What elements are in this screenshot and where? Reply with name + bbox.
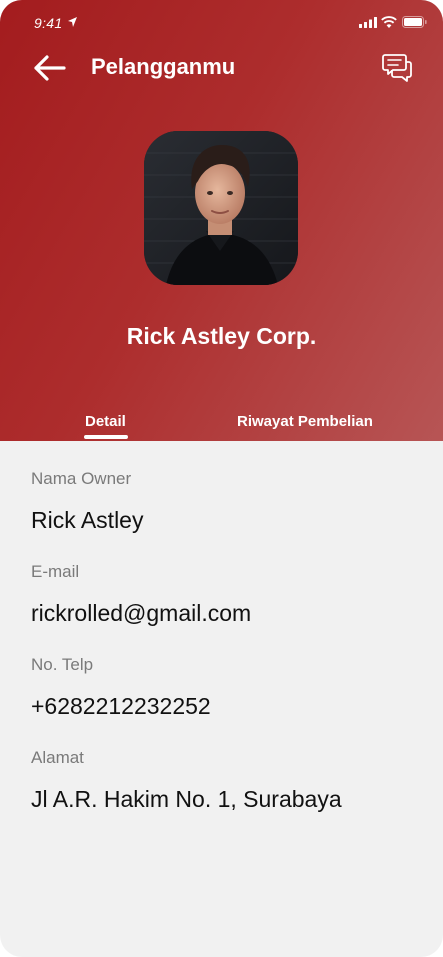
tab-riwayat-pembelian[interactable]: Riwayat Pembelian: [237, 413, 373, 430]
chat-button[interactable]: [380, 51, 414, 85]
active-tab-indicator: [84, 435, 128, 439]
field-value: Rick Astley: [31, 507, 144, 533]
page-title: Pelangganmu: [91, 54, 235, 80]
avatar-photo: [144, 131, 298, 285]
field-label: Alamat: [31, 748, 84, 767]
wifi-icon: [381, 16, 397, 28]
company-name: Rick Astley Corp.: [126, 323, 317, 349]
chat-icon: [382, 54, 412, 82]
status-time: 9:41: [34, 15, 63, 31]
field-value: rickrolled@gmail.com: [31, 600, 252, 626]
field-label: No. Telp: [31, 655, 94, 674]
signal-icon: [359, 17, 377, 28]
field-label: Nama Owner: [31, 469, 132, 488]
status-bar: 9:41: [0, 0, 443, 44]
tab-detail[interactable]: Detail: [85, 413, 126, 430]
back-arrow-icon: [34, 55, 66, 81]
battery-icon: [402, 16, 427, 28]
field-value: Jl A.R. Hakim No. 1, Surabaya: [31, 786, 342, 812]
page-title-text: Pelanggan: [91, 54, 203, 79]
field-owner-name: Nama Owner Rick Astley: [31, 468, 431, 541]
detail-panel: Nama Owner Rick Astley E-mail rickrolled…: [31, 468, 431, 840]
page-title-suffix: mu: [202, 54, 236, 79]
field-email: E-mail rickrolled@gmail.com: [31, 561, 431, 634]
field-phone: No. Telp +6282212232252: [31, 654, 431, 727]
location-arrow-icon: [68, 17, 77, 27]
phone-screen: 9:41 Pelangganmu Rick Astley Corp. Detai…: [0, 0, 443, 957]
back-button[interactable]: [30, 52, 70, 84]
avatar: [144, 131, 298, 285]
field-value: +6282212232252: [31, 693, 211, 719]
field-label: E-mail: [31, 562, 80, 581]
profile-header: 9:41 Pelangganmu Rick Astley Corp. Detai…: [0, 0, 443, 441]
field-address: Alamat Jl A.R. Hakim No. 1, Surabaya: [31, 747, 431, 820]
